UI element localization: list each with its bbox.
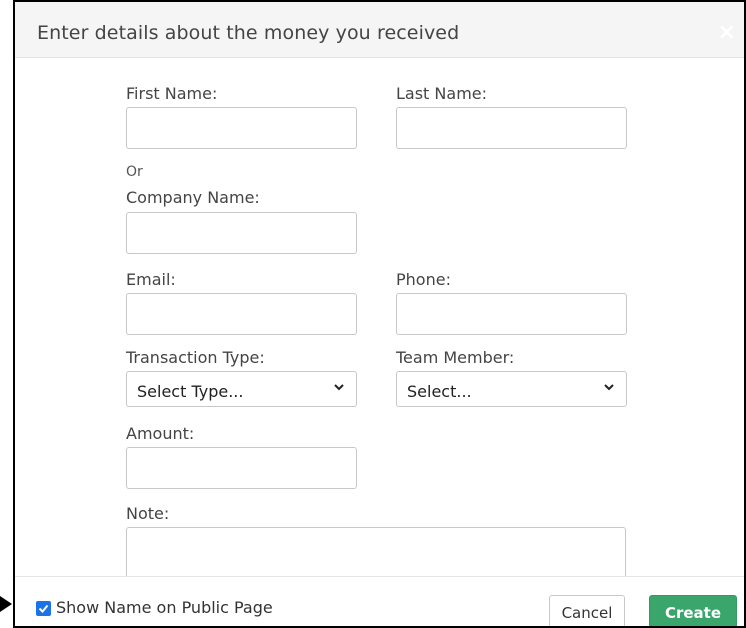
company-name-input[interactable] xyxy=(126,212,357,254)
chevron-down-icon xyxy=(604,384,614,391)
create-button[interactable]: Create xyxy=(649,595,737,626)
page: Enter details about the money you receiv… xyxy=(0,0,746,628)
show-name-label[interactable]: Show Name on Public Page xyxy=(56,598,273,617)
close-icon[interactable]: × xyxy=(718,22,736,44)
last-name-label: Last Name: xyxy=(396,84,488,103)
modal-title: Enter details about the money you receiv… xyxy=(37,22,460,44)
team-member-select[interactable]: Select... xyxy=(396,371,627,407)
amount-label: Amount: xyxy=(126,424,195,443)
money-received-modal: Enter details about the money you receiv… xyxy=(13,0,746,628)
or-text: Or xyxy=(126,164,143,180)
transaction-type-value: Select Type... xyxy=(137,382,244,401)
first-name-label: First Name: xyxy=(126,84,218,103)
phone-input[interactable] xyxy=(396,293,627,335)
show-name-checkbox[interactable] xyxy=(36,601,51,616)
last-name-input[interactable] xyxy=(396,107,627,149)
company-name-label: Company Name: xyxy=(126,188,260,207)
arrow-right-icon xyxy=(0,596,12,612)
team-member-value: Select... xyxy=(407,382,472,401)
checkbox-checked-icon xyxy=(38,604,49,613)
transaction-type-select[interactable]: Select Type... xyxy=(126,371,357,407)
chevron-down-icon xyxy=(334,384,344,391)
email-label: Email: xyxy=(126,270,176,289)
email-input[interactable] xyxy=(126,293,357,335)
phone-label: Phone: xyxy=(396,270,451,289)
amount-input[interactable] xyxy=(126,447,357,489)
first-name-input[interactable] xyxy=(126,107,357,149)
modal-footer: Show Name on Public Page Cancel Create xyxy=(15,576,744,626)
note-label: Note: xyxy=(126,504,170,523)
transaction-type-label: Transaction Type: xyxy=(126,348,265,367)
modal-header: Enter details about the money you receiv… xyxy=(15,2,744,58)
team-member-label: Team Member: xyxy=(396,348,515,367)
cancel-button[interactable]: Cancel xyxy=(549,595,625,626)
